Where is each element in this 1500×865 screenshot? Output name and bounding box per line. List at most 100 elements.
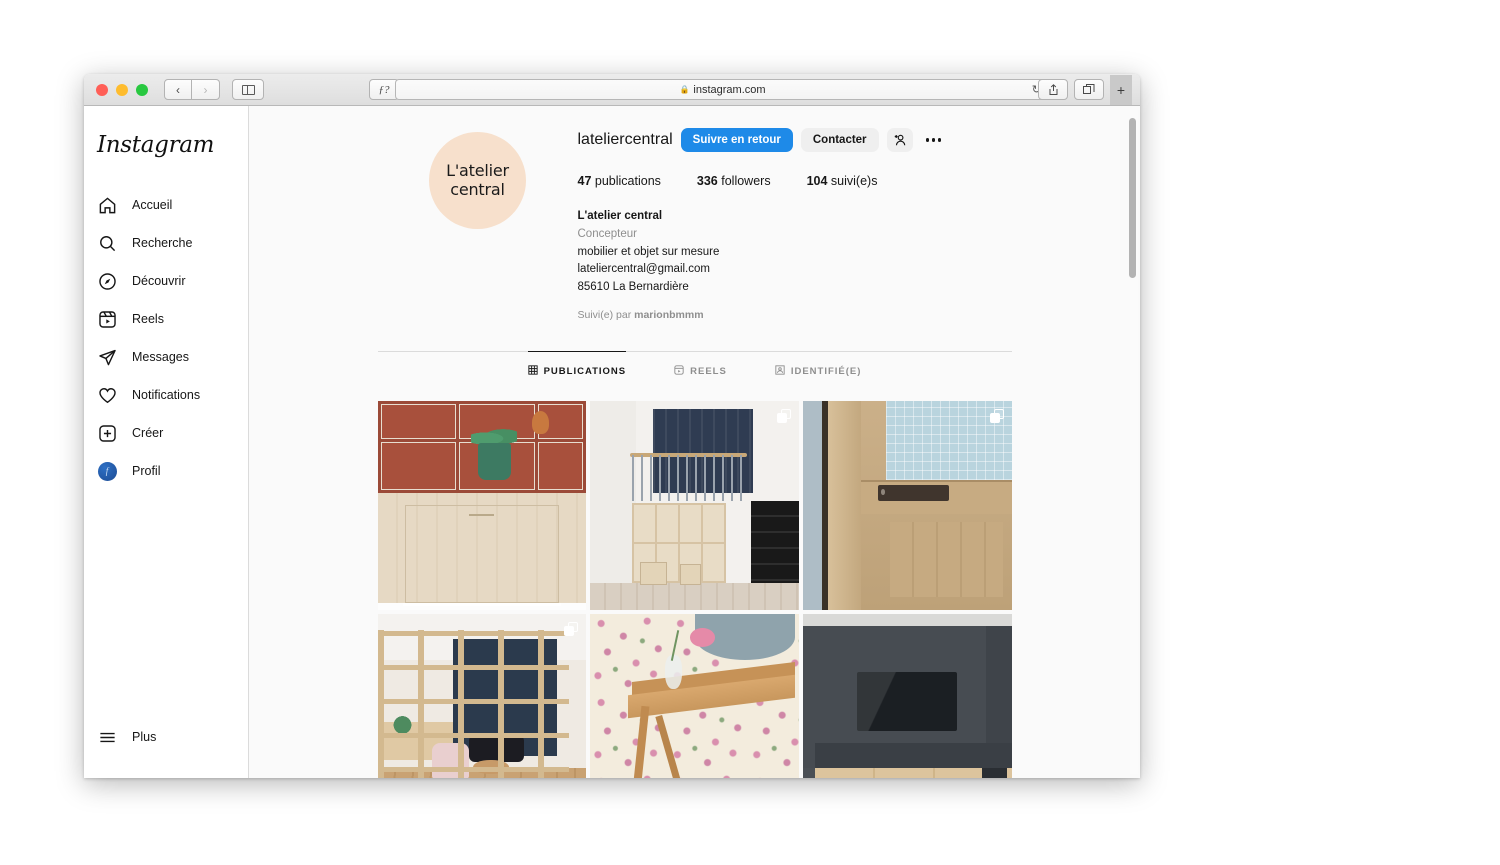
browser-window: ‹ › ƒ? 🔒 instagram.com ↻ + Instagram Acc…: [84, 74, 1140, 778]
post-cell-4[interactable]: [377, 613, 587, 778]
sidebar-item-reels[interactable]: Reels: [84, 300, 248, 338]
back-button[interactable]: ‹: [164, 79, 192, 100]
more-options-button[interactable]: [921, 128, 947, 152]
sidebar-toggle-button[interactable]: [232, 79, 264, 100]
heart-icon: [97, 385, 117, 405]
tab-identifie[interactable]: IDENTIFIÉ(E): [775, 351, 862, 389]
add-person-button[interactable]: [886, 128, 913, 152]
stat-publications-value: 47: [577, 174, 592, 188]
post-cell-3[interactable]: [802, 401, 1012, 610]
address-bar[interactable]: 🔒 instagram.com ↻: [395, 79, 1050, 100]
sidebar-icon: [241, 84, 255, 95]
sidebar-label-notifications: Notifications: [132, 388, 201, 402]
sidebar-label-accueil: Accueil: [132, 198, 173, 212]
stat-following[interactable]: 104 suivi(e)s: [807, 174, 878, 188]
profile-stats: 47 publications 336 followers 104 suivi(…: [578, 174, 1012, 188]
sidebar-item-decouvrir[interactable]: Découvrir: [84, 262, 248, 300]
tab-reels[interactable]: REELS: [674, 351, 727, 389]
maximize-window-button[interactable]: [136, 83, 148, 96]
compass-icon: [97, 271, 117, 291]
page-scrollbar-track[interactable]: [1129, 110, 1138, 774]
more-dot-3: [937, 138, 942, 142]
navigation-buttons: ‹ ›: [164, 79, 220, 100]
sidebar-nav-list: Accueil Recherche Découvrir Reels Messag…: [84, 186, 248, 490]
profile-container: L'atelier central lateliercentral Suivre…: [377, 106, 1012, 778]
more-dot-2: [931, 138, 936, 142]
post-cell-2[interactable]: [590, 401, 799, 610]
sidebar-item-accueil[interactable]: Accueil: [84, 186, 248, 224]
bio-line-2: lateliercentral@gmail.com: [577, 263, 710, 276]
profile-avatar-column: L'atelier central: [378, 122, 578, 321]
profile-tabs: PUBLICATIONS REELS IDENTIFIÉ(E): [377, 351, 1012, 389]
post-cell-6[interactable]: [802, 613, 1012, 778]
carousel-icon-3: [989, 409, 1004, 424]
stat-followers-value: 336: [696, 174, 718, 188]
instagram-sidebar: Instagram Accueil Recherche Découvrir Re…: [84, 106, 249, 778]
bio-category: Concepteur: [577, 227, 637, 240]
stat-publications-label: publications: [594, 174, 661, 188]
followed-by: Suivi(e) par marionbmmm: [578, 309, 1012, 321]
bio-line-1: mobilier et objet sur mesure: [577, 245, 720, 258]
share-button[interactable]: [1038, 79, 1068, 100]
sidebar-label-recherche: Recherche: [132, 236, 193, 250]
followed-by-prefix: Suivi(e) par: [577, 309, 635, 322]
stat-publications[interactable]: 47 publications: [578, 174, 661, 188]
sidebar-item-profil[interactable]: f Profil: [84, 452, 248, 490]
window-controls: [96, 83, 148, 96]
sidebar-item-notifications[interactable]: Notifications: [84, 376, 248, 414]
stat-followers-label: followers: [721, 174, 771, 188]
show-tabs-button[interactable]: [1074, 79, 1104, 100]
avatar-text-line2: central: [450, 179, 505, 199]
instagram-logo[interactable]: Instagram: [84, 132, 248, 158]
messenger-icon: [97, 347, 117, 367]
sidebar-bottom: Plus: [84, 718, 248, 778]
contact-button[interactable]: Contacter: [800, 128, 879, 152]
carousel-icon-4: [564, 621, 579, 636]
lock-icon: 🔒: [679, 85, 690, 94]
sidebar-label-creer: Créer: [132, 426, 164, 440]
sidebar-item-plus[interactable]: Plus: [84, 718, 248, 756]
page-content: Instagram Accueil Recherche Découvrir Re…: [84, 106, 1140, 778]
username-row: lateliercentral Suivre en retour Contact…: [578, 128, 1012, 152]
post-cell-1[interactable]: [377, 401, 587, 610]
stat-followers[interactable]: 336 followers: [697, 174, 771, 188]
sidebar-item-messages[interactable]: Messages: [84, 338, 248, 376]
sidebar-label-reels: Reels: [132, 312, 164, 326]
post-image-6: [802, 613, 1012, 778]
hamburger-icon: [97, 727, 117, 747]
profile-info-column: lateliercentral Suivre en retour Contact…: [578, 122, 1012, 321]
plus-square-icon: [97, 423, 117, 443]
tab-reels-label: REELS: [690, 366, 727, 378]
sidebar-item-creer[interactable]: Créer: [84, 414, 248, 452]
grid-icon: [527, 365, 538, 378]
tab-publications[interactable]: PUBLICATIONS: [527, 351, 627, 389]
post-image-2: [590, 401, 799, 610]
avatar-text-line1: L'atelier: [446, 161, 509, 181]
profile-avatar[interactable]: L'atelier central: [429, 132, 526, 229]
minimize-window-button[interactable]: [116, 83, 128, 96]
sidebar-label-decouvrir: Découvrir: [132, 274, 186, 288]
forward-button[interactable]: ›: [192, 79, 220, 100]
post-image-4: [377, 613, 587, 778]
address-text: instagram.com: [693, 83, 766, 96]
toolbar-right-group: +: [1032, 74, 1132, 105]
reels-tab-icon: [674, 365, 684, 378]
sidebar-item-recherche[interactable]: Recherche: [84, 224, 248, 262]
profile-avatar-thumb: f: [97, 461, 117, 481]
followed-by-username[interactable]: marionbmmm: [634, 309, 703, 321]
post-image-5: [590, 613, 799, 778]
page-scrollbar-thumb[interactable]: [1129, 118, 1136, 278]
search-icon: [97, 233, 117, 253]
sidebar-label-profil: Profil: [132, 464, 161, 478]
post-image-1: [377, 401, 587, 610]
home-icon: [97, 195, 117, 215]
new-tab-button[interactable]: +: [1110, 74, 1132, 105]
follow-back-button[interactable]: Suivre en retour: [680, 128, 793, 152]
profile-bio: L'atelier central Concepteur mobilier et…: [578, 208, 1012, 297]
post-cell-5[interactable]: [590, 613, 799, 778]
close-window-button[interactable]: [96, 83, 108, 96]
carousel-icon-2: [776, 409, 791, 424]
browser-toolbar: ‹ › ƒ? 🔒 instagram.com ↻ +: [84, 74, 1140, 106]
tab-identifie-label: IDENTIFIÉ(E): [790, 366, 862, 378]
